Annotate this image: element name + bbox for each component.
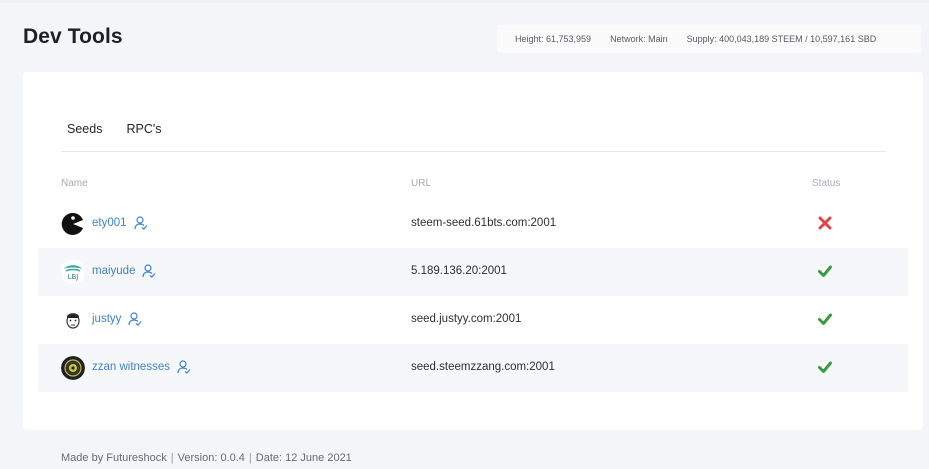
footer-separator: | xyxy=(248,452,252,464)
user-name[interactable]: zzan witnesses xyxy=(92,361,170,373)
footer-version: Version: 0.0.4 xyxy=(177,452,245,464)
column-header-url: URL xyxy=(411,178,432,189)
user-check-icon[interactable] xyxy=(133,216,148,230)
face-avatar[interactable] xyxy=(61,308,85,332)
table-row: LBJ maiyude 5.189.136.20:2001 xyxy=(38,248,908,296)
stat-network: Network: Main xyxy=(610,34,668,44)
top-border xyxy=(0,0,929,3)
user-check-icon[interactable] xyxy=(128,312,142,326)
checkmark-icon xyxy=(818,313,832,325)
tab-rpcs[interactable]: RPC's xyxy=(126,122,161,136)
user-link[interactable]: zzan witnesses xyxy=(92,360,191,374)
user-check-icon[interactable] xyxy=(177,360,191,374)
user-link[interactable]: ety001 xyxy=(92,216,148,230)
chain-stats-bar: Height: 61,753,959 Network: Main Supply:… xyxy=(497,25,921,53)
seed-url: steem-seed.61bts.com:2001 xyxy=(411,217,557,229)
user-link[interactable]: maiyude xyxy=(92,264,156,278)
stat-height: Height: 61,753,959 xyxy=(515,34,592,44)
pacman-avatar[interactable] xyxy=(61,212,85,236)
checkmark-icon xyxy=(818,361,832,373)
page-title: Dev Tools xyxy=(23,25,123,48)
table-row: ety001 steem-seed.61bts.com:2001 xyxy=(38,200,908,248)
cross-icon xyxy=(818,216,832,230)
teal-logo-avatar[interactable]: LBJ xyxy=(61,260,85,284)
user-check-icon[interactable] xyxy=(142,264,156,278)
stat-supply: Supply: 400,043,189 STEEM / 10,597,161 S… xyxy=(686,34,877,44)
footer-date: Date: 12 June 2021 xyxy=(255,452,352,464)
seeds-card: Seeds RPC's Name URL Status ety001 steem… xyxy=(23,72,923,430)
user-link[interactable]: justyy xyxy=(92,312,142,326)
svg-text:LBJ: LBJ xyxy=(68,273,79,281)
column-header-name: Name xyxy=(61,178,88,189)
table-row: justyy seed.justyy.com:2001 xyxy=(38,296,908,344)
checkmark-icon xyxy=(818,265,832,277)
tab-seeds[interactable]: Seeds xyxy=(67,122,102,136)
seed-url: 5.189.136.20:2001 xyxy=(411,265,507,277)
column-header-status: Status xyxy=(812,178,841,189)
table-row: zzan witnesses seed.steemzzang.com:2001 xyxy=(38,344,908,392)
user-name[interactable]: ety001 xyxy=(92,217,127,229)
tab-divider xyxy=(61,151,886,152)
tab-bar: Seeds RPC's xyxy=(67,122,161,136)
footer: Made by Futureshock | Version: 0.0.4 | D… xyxy=(61,452,352,464)
footer-made-by: Made by Futureshock xyxy=(61,452,167,464)
emblem-avatar[interactable] xyxy=(61,356,85,380)
seed-url: seed.justyy.com:2001 xyxy=(411,313,522,325)
footer-separator: | xyxy=(170,452,174,464)
user-name[interactable]: maiyude xyxy=(92,265,135,277)
seed-url: seed.steemzzang.com:2001 xyxy=(411,361,555,373)
user-name[interactable]: justyy xyxy=(92,313,121,325)
